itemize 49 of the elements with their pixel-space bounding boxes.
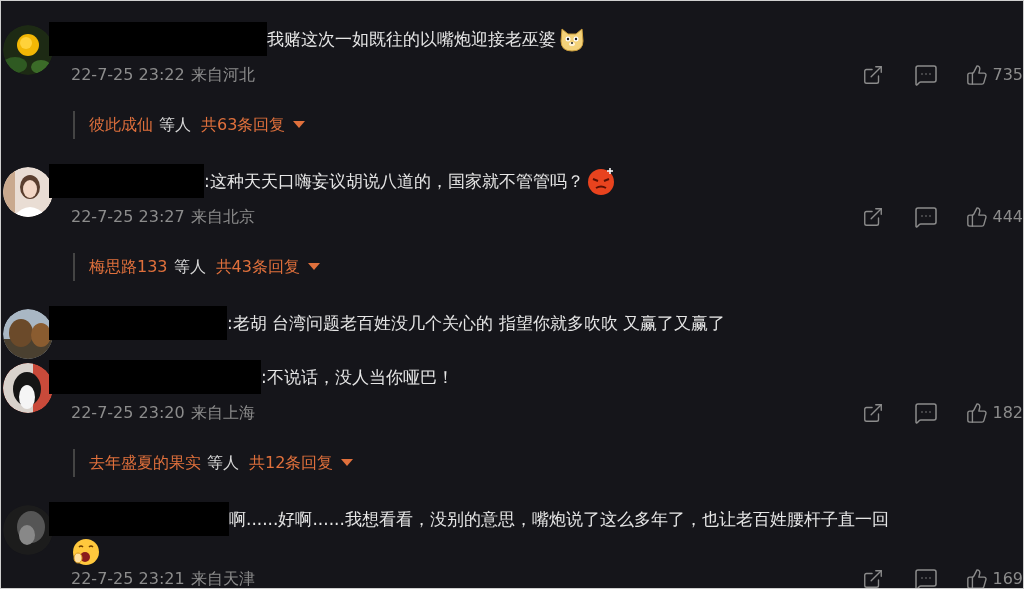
comment-text: :不说话，没人当你哑巴！ bbox=[261, 366, 454, 389]
external-link-icon bbox=[862, 568, 885, 588]
share-button[interactable] bbox=[862, 206, 885, 228]
caret-icon bbox=[307, 263, 320, 271]
reply-suffix: 等人 bbox=[173, 256, 206, 278]
comment-text: :这种天天口嗨妄议胡说八道的，国家就不管管吗？ bbox=[204, 170, 584, 193]
comment-location: 来自河北 bbox=[190, 64, 255, 86]
comment-button[interactable] bbox=[914, 401, 939, 425]
like-button[interactable]: 182 bbox=[966, 402, 1023, 424]
share-button[interactable] bbox=[862, 64, 885, 86]
reply-suffix: 等人 bbox=[159, 114, 191, 136]
reply-count-link[interactable]: 共63条回复 bbox=[201, 114, 306, 136]
thumbs-up-icon bbox=[966, 402, 989, 424]
comment-text: :老胡 台湾问题老百姓没几个关心的 指望你就多吹吹 又赢了又赢了 bbox=[227, 312, 725, 335]
reply-names[interactable]: 彼此成仙 bbox=[89, 114, 153, 136]
reply-count-link[interactable]: 共43条回复 bbox=[215, 256, 320, 278]
share-button[interactable] bbox=[862, 568, 885, 588]
thumbs-up-icon bbox=[966, 206, 989, 228]
like-button[interactable]: 735 bbox=[966, 64, 1023, 86]
reply-count-link[interactable]: 共12条回复 bbox=[249, 452, 354, 474]
thumbs-up-icon bbox=[966, 568, 989, 588]
chat-bubble-icon bbox=[914, 205, 939, 229]
external-link-icon bbox=[862, 206, 885, 228]
chat-bubble-icon bbox=[914, 63, 939, 87]
reply-names[interactable]: 梅思路133 bbox=[89, 256, 168, 278]
caret-icon bbox=[293, 121, 306, 129]
comment-button[interactable] bbox=[914, 63, 939, 87]
comment-button[interactable] bbox=[914, 567, 939, 588]
comment-time: 22-7-25 23:21 bbox=[71, 568, 185, 588]
comment-time: 22-7-25 23:27 bbox=[71, 206, 185, 228]
external-link-icon bbox=[862, 64, 885, 86]
comment-time: 22-7-25 23:22 bbox=[71, 64, 185, 86]
comment-text: 我赌这次一如既往的以嘴炮迎接老巫婆 bbox=[267, 28, 556, 51]
share-button[interactable] bbox=[862, 402, 885, 424]
comment-location: 来自天津 bbox=[190, 568, 255, 588]
comment-text: 啊......好啊......我想看看，没别的意思，嘴炮说了这么多年了，也让老百姓腰杆子直一回 bbox=[229, 508, 889, 531]
caret-icon bbox=[341, 459, 354, 467]
like-button[interactable]: 169 bbox=[966, 568, 1023, 588]
thumbs-up-icon bbox=[966, 64, 989, 86]
comment-time: 22-7-25 23:20 bbox=[71, 402, 185, 424]
chat-bubble-icon bbox=[914, 401, 939, 425]
reply-names[interactable]: 去年盛夏的果实 bbox=[89, 452, 201, 474]
external-link-icon bbox=[862, 402, 885, 424]
comment-location: 来自上海 bbox=[190, 402, 255, 424]
comment-button[interactable] bbox=[914, 205, 939, 229]
reply-suffix: 等人 bbox=[207, 452, 239, 474]
like-button[interactable]: 444 bbox=[966, 206, 1023, 228]
comment-location: 来自北京 bbox=[190, 206, 255, 228]
chat-bubble-icon bbox=[914, 567, 939, 588]
